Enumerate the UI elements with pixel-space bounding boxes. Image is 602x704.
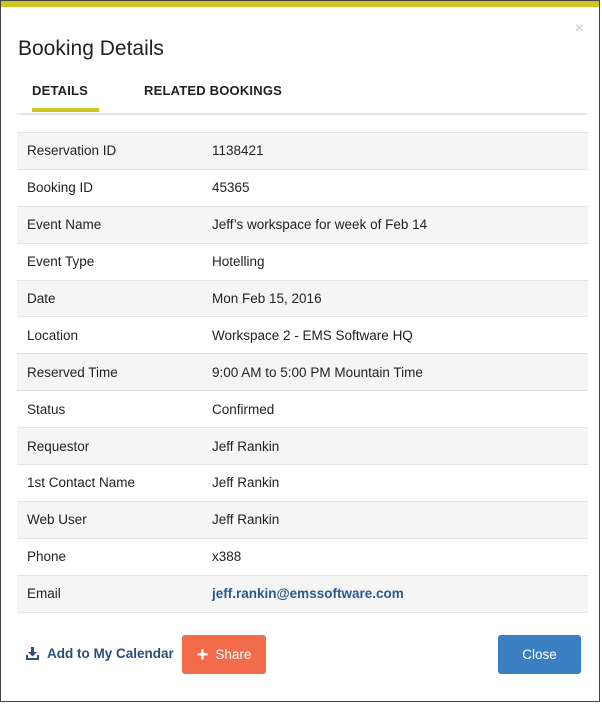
row-value: Mon Feb 15, 2016	[212, 279, 588, 317]
row-label: Reserved Time	[17, 353, 212, 391]
table-row: Location Workspace 2 - EMS Software HQ	[17, 316, 588, 354]
row-value: Jeff’s workspace for week of Feb 14	[212, 205, 588, 244]
row-label: Status	[17, 390, 212, 428]
dialog-title: Booking Details	[18, 37, 164, 60]
close-button[interactable]: Close	[498, 635, 581, 674]
row-value: x388	[212, 537, 588, 576]
close-icon[interactable]: ×	[575, 21, 584, 37]
table-row: Reserved Time 9:00 AM to 5:00 PM Mountai…	[17, 353, 588, 391]
row-value: 9:00 AM to 5:00 PM Mountain Time	[212, 353, 588, 391]
row-label: Event Type	[17, 242, 212, 281]
row-label: Web User	[17, 500, 212, 539]
row-label: Email	[17, 574, 212, 613]
email-link[interactable]: jeff.rankin@emssoftware.com	[212, 586, 404, 601]
table-row: Date Mon Feb 15, 2016	[17, 279, 588, 317]
table-row: Event Name Jeff’s workspace for week of …	[17, 205, 588, 244]
row-value: Confirmed	[212, 390, 588, 428]
tab-related-bookings[interactable]: RELATED BOOKINGS	[144, 83, 282, 98]
booking-details-dialog: × Booking Details DETAILS RELATED BOOKIN…	[0, 0, 600, 702]
table-row: Phone x388	[17, 537, 588, 576]
plus-icon: +	[196, 643, 209, 666]
table-row: Email jeff.rankin@emssoftware.com	[17, 574, 588, 613]
table-row: Status Confirmed	[17, 390, 588, 428]
table-row: Requestor Jeff Rankin	[17, 427, 588, 465]
active-tab-indicator	[32, 108, 99, 112]
row-label: Reservation ID	[17, 132, 212, 170]
tab-details[interactable]: DETAILS	[16, 83, 104, 98]
row-label: Location	[17, 316, 212, 354]
add-to-calendar-label: Add to My Calendar	[47, 646, 174, 661]
download-icon	[26, 647, 39, 660]
row-value: jeff.rankin@emssoftware.com	[212, 574, 588, 613]
row-label: 1st Contact Name	[17, 464, 212, 502]
dialog-accent-bar	[1, 1, 599, 7]
share-button[interactable]: + Share	[182, 635, 266, 674]
share-label: Share	[215, 647, 252, 662]
row-label: Date	[17, 279, 212, 317]
row-value: Jeff Rankin	[212, 500, 588, 539]
table-row: 1st Contact Name Jeff Rankin	[17, 464, 588, 502]
row-value: 45365	[212, 168, 588, 207]
table-row: Event Type Hotelling	[17, 242, 588, 281]
row-value: Jeff Rankin	[212, 427, 588, 465]
row-label: Booking ID	[17, 168, 212, 207]
add-to-calendar-link[interactable]: Add to My Calendar	[25, 646, 174, 661]
row-label: Phone	[17, 537, 212, 576]
row-label: Requestor	[17, 427, 212, 465]
row-label: Event Name	[17, 205, 212, 244]
table-row: Web User Jeff Rankin	[17, 500, 588, 539]
row-value: Jeff Rankin	[212, 464, 588, 502]
table-row: Booking ID 45365	[17, 168, 588, 207]
booking-details-table: Reservation ID 1138421 Booking ID 45365 …	[17, 132, 588, 613]
row-value: 1138421	[212, 132, 588, 170]
table-row: Reservation ID 1138421	[17, 132, 588, 170]
row-value: Hotelling	[212, 242, 588, 281]
tab-bar: DETAILS RELATED BOOKINGS	[17, 79, 587, 115]
row-value: Workspace 2 - EMS Software HQ	[212, 316, 588, 354]
